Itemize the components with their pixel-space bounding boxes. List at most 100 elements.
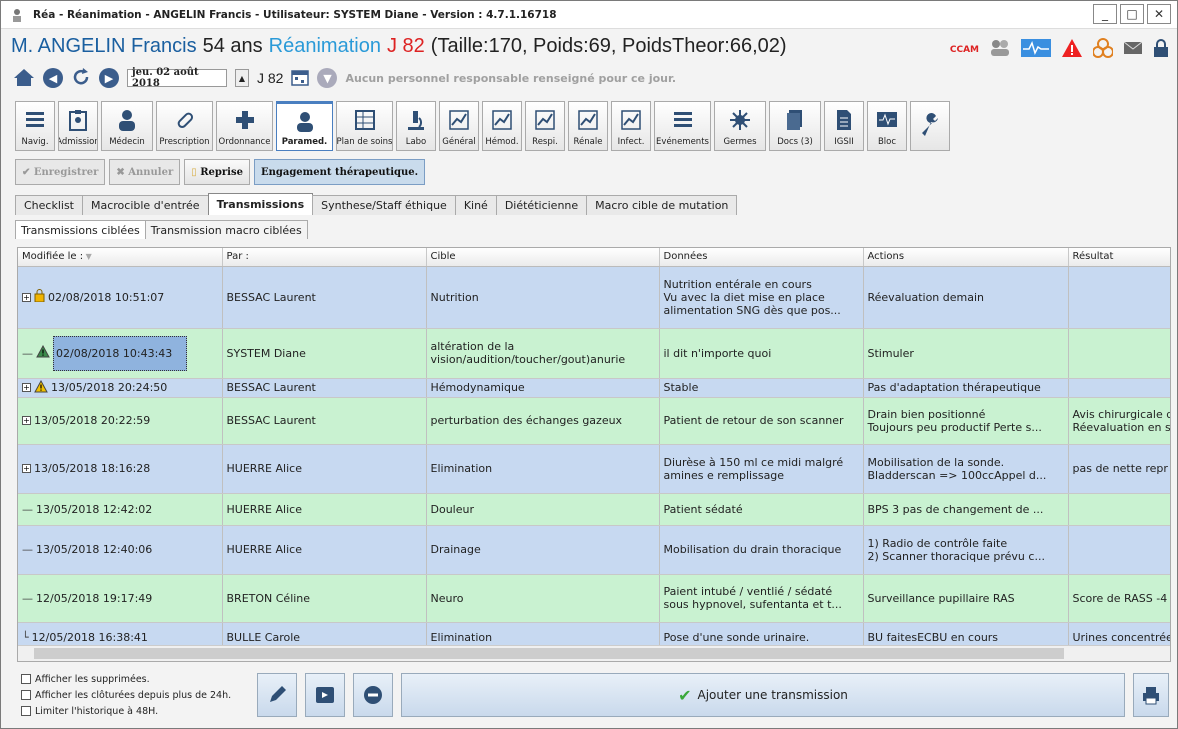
by-cell[interactable]: SYSTEM Diane — [222, 328, 427, 379]
result-cell[interactable]: Score de RASS -4 — [1068, 574, 1170, 623]
date-cell[interactable]: +13/05/2018 18:16:28 — [18, 444, 223, 494]
table-row[interactable]: — 02/08/2018 10:43:43 SYSTEM Diane altérati… — [18, 328, 1170, 379]
checkbox-box[interactable] — [21, 706, 31, 716]
expand-icon[interactable]: + — [22, 464, 31, 473]
scrollbar-thumb[interactable] — [34, 648, 1064, 659]
toolbar-button-h-mod[interactable]: Hémod. — [482, 101, 522, 151]
toolbar-button-plan-de-soins[interactable]: Plan de soins — [336, 101, 393, 151]
toolbar-button-infect[interactable]: Infect. — [611, 101, 651, 151]
edit-button[interactable] — [257, 673, 297, 717]
actions-cell[interactable]: Stimuler — [863, 328, 1069, 379]
data-cell[interactable]: Nutrition entérale en cours Vu avec la d… — [659, 266, 864, 329]
data-cell[interactable]: Patient sédaté — [659, 493, 864, 526]
toolbar-button-g-n-ral[interactable]: Général — [439, 101, 479, 151]
table-row[interactable]: —13/05/2018 12:40:06 HUERRE Alice Drainage… — [18, 525, 1170, 575]
add-transmission-button[interactable]: ✔ Ajouter une transmission — [401, 673, 1125, 717]
by-cell[interactable]: BESSAC Laurent — [222, 397, 427, 445]
target-cell[interactable]: Nutrition — [426, 266, 660, 329]
column-header[interactable]: Résultat — [1068, 248, 1170, 267]
save-button[interactable]: ✔ Enregistrer — [15, 159, 106, 185]
toolbar-button-bloc[interactable]: Bloc — [867, 101, 907, 151]
alert-icon[interactable] — [1061, 38, 1083, 61]
date-cell[interactable]: — 02/08/2018 10:43:43 — [18, 328, 223, 379]
data-cell[interactable]: Mobilisation du drain thoracique — [659, 525, 864, 575]
info-icon[interactable]: ▼ — [317, 68, 338, 88]
actions-cell[interactable]: BPS 3 pas de changement de ... — [863, 493, 1069, 526]
horizontal-scrollbar[interactable] — [18, 645, 1170, 661]
target-cell[interactable]: perturbation des échanges gazeux — [426, 397, 660, 445]
expand-icon[interactable]: + — [22, 416, 31, 425]
date-field[interactable]: jeu. 02 août 2018 — [127, 67, 227, 89]
result-cell[interactable] — [1068, 525, 1170, 575]
target-cell[interactable]: Elimination — [426, 444, 660, 494]
option-checkbox[interactable]: Afficher les supprimées. — [21, 671, 231, 687]
ccam-button[interactable]: CCAM — [950, 45, 979, 55]
refresh-icon[interactable] — [71, 67, 91, 90]
home-icon[interactable] — [13, 67, 35, 90]
data-cell[interactable]: Patient de retour de son scanner — [659, 397, 864, 445]
toolbar-button-r-nale[interactable]: Rénale — [568, 101, 608, 151]
target-cell[interactable]: Neuro — [426, 574, 660, 623]
people-icon[interactable] — [989, 39, 1011, 60]
toolbar-button-labo[interactable]: Labo — [396, 101, 436, 151]
data-cell[interactable]: Diurèse à 150 ml ce midi malgré amines e… — [659, 444, 864, 494]
minimize-button[interactable]: _ — [1093, 4, 1117, 24]
subtab-1[interactable]: Transmission macro ciblées — [144, 220, 308, 239]
expand-icon[interactable]: + — [22, 292, 31, 302]
reprise-button[interactable]: ▯ Reprise — [184, 159, 250, 185]
tab-6[interactable]: Macro cible de mutation — [586, 195, 738, 215]
column-header[interactable]: Par : — [222, 248, 427, 267]
ecg-icon[interactable] — [1021, 39, 1051, 60]
toolbar-button-ev-nements[interactable]: Evénements — [654, 101, 711, 151]
date-cell[interactable]: +13/05/2018 20:24:50 — [18, 378, 223, 398]
result-cell[interactable]: Avis chirurgicale d Réevaluation en s — [1068, 397, 1170, 445]
toolbar-button-docs-3[interactable]: Docs (3) — [769, 101, 821, 151]
lock-icon[interactable] — [1153, 39, 1169, 60]
date-dropdown-button[interactable]: ▲ — [235, 69, 249, 87]
result-cell[interactable] — [1068, 266, 1170, 329]
date-cell[interactable]: +13/05/2018 20:22:59 — [18, 397, 223, 445]
next-day-icon[interactable]: ▶ — [99, 68, 119, 88]
remove-button[interactable] — [353, 673, 393, 717]
target-cell[interactable]: altération de la vision/audition/toucher… — [426, 328, 660, 379]
by-cell[interactable]: BESSAC Laurent — [222, 266, 427, 329]
calendar-icon[interactable] — [291, 68, 310, 89]
print-button[interactable] — [1133, 673, 1169, 717]
mail-icon[interactable] — [1123, 41, 1143, 58]
actions-cell[interactable]: Mobilisation de la sonde. Bladderscan =>… — [863, 444, 1069, 494]
result-cell[interactable]: pas de nette repr — [1068, 444, 1170, 494]
by-cell[interactable]: HUERRE Alice — [222, 493, 427, 526]
tab-2[interactable]: Transmissions — [207, 193, 314, 215]
toolbar-button-settings[interactable] — [910, 101, 950, 151]
close-button[interactable]: ✕ — [1147, 4, 1171, 24]
data-cell[interactable]: il dit n'importe quoi — [659, 328, 864, 379]
date-cell[interactable]: —13/05/2018 12:42:02 — [18, 493, 223, 526]
result-cell[interactable] — [1068, 328, 1170, 379]
previous-day-icon[interactable]: ◀ — [43, 68, 63, 88]
tab-3[interactable]: Synthese/Staff éthique — [312, 195, 456, 215]
biohazard-icon[interactable] — [1092, 38, 1114, 61]
toolbar-button-germes[interactable]: Germes — [714, 101, 766, 151]
date-cell[interactable]: —13/05/2018 12:40:06 — [18, 525, 223, 575]
column-header[interactable]: Modifiée le : ▼ — [18, 248, 223, 267]
column-header[interactable]: Cible — [426, 248, 660, 267]
data-cell[interactable]: Paient intubé / ventlié / sédaté sous hy… — [659, 574, 864, 623]
toolbar-button-respi[interactable]: Respi. — [525, 101, 565, 151]
toolbar-button-admission[interactable]: Admission — [58, 101, 98, 151]
target-cell[interactable]: Hémodynamique — [426, 378, 660, 398]
subtab-0[interactable]: Transmissions ciblées — [15, 220, 146, 239]
result-cell[interactable] — [1068, 378, 1170, 398]
expand-icon[interactable]: + — [22, 383, 31, 392]
transmissions-grid[interactable]: Modifiée le : ▼ Par : Cible Données Actions R… — [17, 247, 1171, 662]
target-cell[interactable]: Drainage — [426, 525, 660, 575]
actions-cell[interactable]: Pas d'adaptation thérapeutique — [863, 378, 1069, 398]
tab-4[interactable]: Kiné — [454, 195, 497, 215]
tab-1[interactable]: Macrocible d'entrée — [82, 195, 209, 215]
export-button[interactable] — [305, 673, 345, 717]
toolbar-button-paramed[interactable]: Paramed. — [276, 101, 333, 151]
table-row[interactable]: +02/08/2018 10:51:07 BESSAC Laurent Nutrit… — [18, 266, 1170, 329]
column-header[interactable]: Actions — [863, 248, 1069, 267]
result-cell[interactable] — [1068, 493, 1170, 526]
actions-cell[interactable]: Drain bien positionné Toujours peu produ… — [863, 397, 1069, 445]
engagement-button[interactable]: Engagement thérapeutique. — [253, 159, 426, 185]
